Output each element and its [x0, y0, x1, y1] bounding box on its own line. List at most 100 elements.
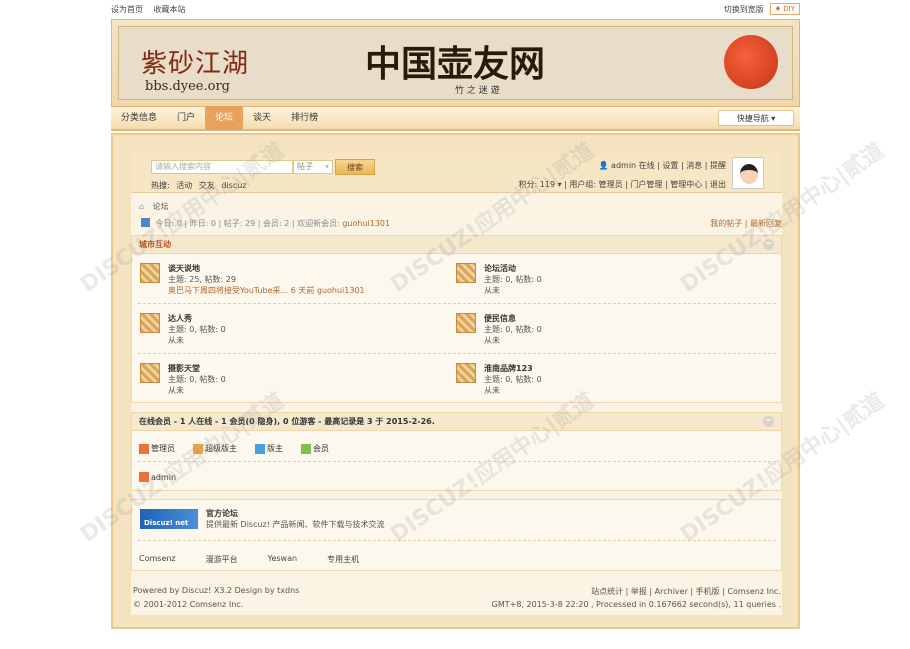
divider — [138, 540, 776, 541]
forum-name[interactable]: 达人秀 — [168, 313, 192, 324]
hot-term[interactable]: discuz — [221, 181, 246, 190]
partner-links: Comsenz 漫游平台 Yeswan 专用主机 — [139, 554, 359, 565]
site-subtitle: 竹 之 迷 遊 — [455, 86, 500, 96]
site-title: 中国壶友网 — [365, 43, 546, 85]
forum-item[interactable]: 论坛活动 主题: 0, 帖数: 0 从未 — [456, 263, 756, 307]
legend-member: 会员 — [301, 443, 329, 454]
legend-label: 会员 — [313, 444, 329, 453]
user-credits-line[interactable]: 积分: 119 ▾ | 用户组: 管理员 | 门户管理 | 管理中心 | 退出 — [519, 179, 726, 190]
partner-name[interactable]: 官方论坛 — [206, 508, 238, 519]
switch-wide-link[interactable]: 切换到宽版 — [724, 4, 764, 15]
forum-name[interactable]: 淮南品牌123 — [484, 363, 533, 374]
search-type-select[interactable]: 帖子 ▾ — [293, 160, 333, 174]
hot-search: 热搜: 活动 交友 discuz — [151, 180, 250, 191]
nav-item-classified[interactable]: 分类信息 — [111, 106, 167, 130]
forum-icon — [140, 363, 160, 383]
breadcrumb-forum[interactable]: 论坛 — [153, 202, 169, 211]
online-header: 在线会员 - 1 人在线 - 1 会员(0 隐身), 0 位游客 - 最高记录是… — [132, 413, 781, 431]
forum-last-post: 从未 — [484, 386, 500, 395]
new-member-link[interactable]: guohui1301 — [342, 219, 390, 228]
forum-icon — [456, 263, 476, 283]
home-icon[interactable]: ⌂ — [139, 202, 144, 211]
forum-count: 主题: 0, 帖数: 0 — [484, 375, 542, 384]
partner-logo[interactable]: Discuz! net — [140, 509, 198, 529]
forum-last-post[interactable]: 奥巴马下周四将接受YouTube采... 6 天前 guohui1301 — [168, 285, 365, 296]
divider — [138, 461, 776, 462]
top-bar: 设为首页 收藏本站 切换到宽版 ♦ DIY — [111, 0, 800, 18]
forum-icon — [456, 363, 476, 383]
forum-item[interactable]: 便民信息 主题: 0, 帖数: 0 从未 — [456, 313, 756, 357]
collapse-icon[interactable]: − — [763, 239, 774, 250]
search-bar: 请输入搜索内容 帖子 ▾ 搜索 热搜: 活动 交友 discuz 👤 admin… — [131, 153, 782, 193]
hot-term[interactable]: 活动 — [176, 181, 192, 190]
forum-group-panel: 城市互动 − 谈天说地 主题: 25, 帖数: 29 奥巴马下周四将接受YouT… — [131, 235, 782, 403]
forum-name[interactable]: 摄影天堂 — [168, 363, 200, 374]
online-title[interactable]: 在线会员 - 1 人在线 - 1 会员(0 隐身), 0 位游客 - 最高记录是… — [139, 417, 435, 426]
forum-last-post: 从未 — [168, 386, 184, 395]
online-members-panel: 在线会员 - 1 人在线 - 1 会员(0 隐身), 0 位游客 - 最高记录是… — [131, 412, 782, 491]
footer-timing: GMT+8, 2015-3-8 22:20 , Processed in 0.1… — [491, 600, 781, 609]
divider — [138, 353, 776, 354]
nav-item-portal[interactable]: 门户 — [167, 106, 205, 130]
logo-url: bbs.dyee.org — [145, 79, 230, 94]
forum-count: 主题: 0, 帖数: 0 — [168, 375, 226, 384]
stats-chart-icon — [141, 218, 150, 227]
logo-text[interactable]: 紫砂江湖 — [141, 43, 249, 80]
red-sun-image — [724, 35, 778, 89]
forum-name[interactable]: 论坛活动 — [484, 263, 516, 274]
hot-search-label: 热搜: — [151, 181, 170, 190]
partner-link[interactable]: 漫游平台 — [206, 554, 238, 565]
nav-item-chat[interactable]: 谈天 — [243, 106, 281, 130]
search-input[interactable]: 请输入搜索内容 — [151, 160, 293, 174]
forum-count: 主题: 0, 帖数: 0 — [168, 325, 226, 334]
content-area: 请输入搜索内容 帖子 ▾ 搜索 热搜: 活动 交友 discuz 👤 admin… — [131, 153, 782, 615]
divider — [138, 303, 776, 304]
online-user[interactable]: admin — [139, 472, 176, 482]
partner-link[interactable]: 专用主机 — [327, 554, 359, 565]
forum-name[interactable]: 谈天说地 — [168, 263, 200, 274]
hot-term[interactable]: 交友 — [199, 181, 215, 190]
legend-label: 超级版主 — [205, 444, 237, 453]
my-posts-links[interactable]: 我的帖子 | 最新回复 — [710, 218, 782, 229]
forum-icon — [140, 313, 160, 333]
quick-nav-button[interactable]: 快捷导航 ▾ — [718, 110, 794, 126]
forum-icon — [140, 263, 160, 283]
stats-text: 今日: 0 | 昨日: 0 | 帖子: 29 | 会员: 2 | 欢迎新会员: — [155, 219, 340, 228]
forum-count: 主题: 0, 帖数: 0 — [484, 275, 542, 284]
nav-item-ranking[interactable]: 排行榜 — [281, 106, 328, 130]
user-info-line[interactable]: admin 在线 | 设置 | 消息 | 提醒 — [611, 161, 726, 170]
forum-item[interactable]: 淮南品牌123 主题: 0, 帖数: 0 从未 — [456, 363, 756, 407]
forum-item[interactable]: 谈天说地 主题: 25, 帖数: 29 奥巴马下周四将接受YouTube采...… — [140, 263, 440, 307]
forum-icon — [456, 313, 476, 333]
forum-last-post: 从未 — [484, 336, 500, 345]
set-home-link[interactable]: 设为首页 — [111, 5, 143, 14]
partner-link[interactable]: Comsenz — [139, 554, 176, 565]
footer-links[interactable]: 站点统计 | 举报 | Archiver | 手机版 | Comsenz Inc… — [591, 586, 781, 597]
forum-item[interactable]: 达人秀 主题: 0, 帖数: 0 从未 — [140, 313, 440, 357]
forum-last-post: 从未 — [484, 286, 500, 295]
online-user-name[interactable]: admin — [151, 473, 176, 482]
forum-stats: 今日: 0 | 昨日: 0 | 帖子: 29 | 会员: 2 | 欢迎新会员: … — [141, 218, 390, 229]
legend-mod: 版主 — [255, 443, 283, 454]
admin-user-icon — [139, 472, 149, 482]
group-title[interactable]: 城市互动 — [139, 240, 171, 249]
forum-name[interactable]: 便民信息 — [484, 313, 516, 324]
mod-user-icon — [255, 443, 265, 454]
banner-frame: 紫砂江湖 bbs.dyee.org 中国壶友网 竹 之 迷 遊 — [118, 26, 793, 100]
member-user-icon — [301, 443, 311, 454]
chevron-down-icon: ▾ — [324, 162, 329, 171]
friend-links-panel: Discuz! net 官方论坛 提供最新 Discuz! 产品新闻、软件下载与… — [131, 499, 782, 571]
nav-item-forum[interactable]: 论坛 — [205, 106, 244, 130]
forum-item[interactable]: 摄影天堂 主题: 0, 帖数: 0 从未 — [140, 363, 440, 407]
avatar[interactable] — [732, 157, 764, 189]
diy-button[interactable]: ♦ DIY — [769, 3, 800, 15]
legend-super-mod: 超级版主 — [193, 443, 237, 454]
collapse-icon[interactable]: − — [763, 416, 774, 427]
legend-admin: 管理员 — [139, 443, 175, 454]
partner-link[interactable]: Yeswan — [268, 554, 297, 565]
search-type-label: 帖子 — [297, 162, 313, 171]
partner-desc: 提供最新 Discuz! 产品新闻、软件下载与技术交流 — [206, 520, 385, 529]
favorite-link[interactable]: 收藏本站 — [154, 5, 186, 14]
forum-count: 主题: 0, 帖数: 0 — [484, 325, 542, 334]
search-button[interactable]: 搜索 — [335, 159, 375, 175]
